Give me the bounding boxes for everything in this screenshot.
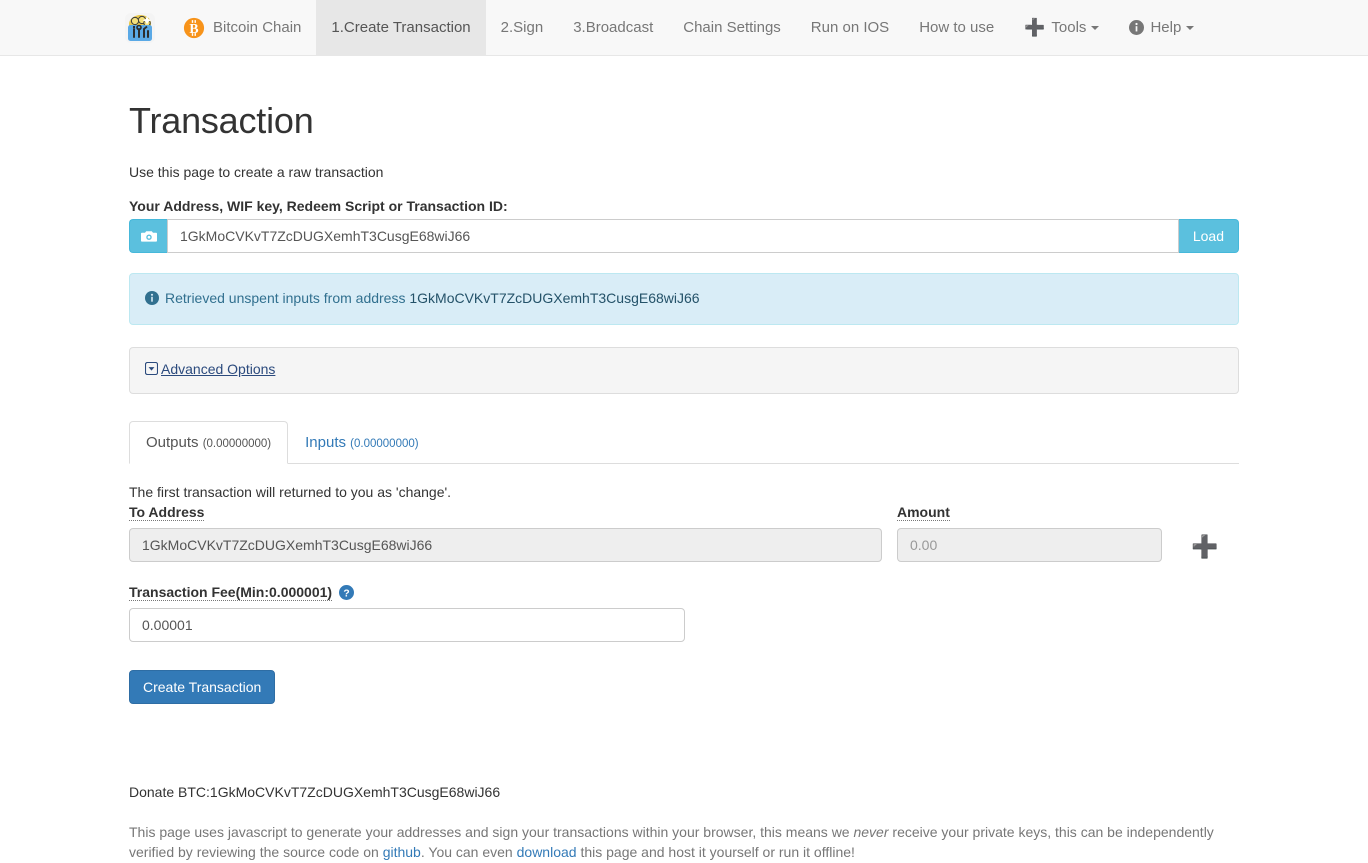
chevron-down-icon (1186, 25, 1195, 30)
page-description: Use this page to create a raw transactio… (129, 164, 384, 180)
to-address-label: To Address (129, 504, 205, 522)
transaction-fee-label: Transaction Fee(Min:0.000001) (129, 584, 333, 602)
footer-note: This page uses javascript to generate yo… (129, 822, 1239, 863)
to-address-input[interactable] (129, 528, 882, 563)
nav-item-help[interactable]: Help (1114, 0, 1209, 55)
main-content: Transaction Use this page to create a ra… (114, 100, 1254, 863)
add-output-cell: ➕ (1177, 504, 1237, 559)
question-circle-icon[interactable]: ? (339, 585, 355, 601)
tab-outputs-label: Outputs (146, 433, 199, 451)
plus-icon: ➕ (1191, 534, 1219, 560)
nav-item-label: Chain Settings (683, 19, 781, 36)
address-input-group: Load (129, 219, 1239, 253)
footer-note-part3: . You can even (420, 844, 517, 861)
info-circle-icon (1129, 20, 1145, 35)
tab-inputs-label: Inputs (305, 433, 346, 451)
scan-qr-button[interactable] (129, 219, 167, 253)
nav-item-sign[interactable]: 2.Sign (486, 0, 559, 55)
alert-text: Retrieved unspent inputs from address (165, 290, 410, 306)
amount-group: Amount (897, 504, 1177, 563)
tab-inputs[interactable]: Inputs (0.00000000) (288, 421, 435, 464)
page-title: Transaction (129, 100, 314, 141)
footer-note-part1: This page uses javascript to generate yo… (129, 824, 854, 841)
address-input[interactable] (167, 219, 1179, 253)
nav-item-label: 1.Create Transaction (331, 19, 471, 36)
add-output-button[interactable]: ➕ (1191, 536, 1218, 558)
transaction-fee-input[interactable] (129, 608, 685, 643)
nav-item-label: Help (1150, 19, 1182, 36)
nav-item-broadcast[interactable]: 3.Broadcast (558, 0, 668, 55)
nav-item-run-on-ios[interactable]: Run on IOS (796, 0, 904, 55)
caret-square-down-icon (145, 362, 158, 376)
retrieved-inputs-alert: Retrieved unspent inputs from address 1G… (129, 273, 1239, 325)
nav-item-label: Bitcoin Chain (213, 19, 302, 36)
amount-label: Amount (897, 504, 950, 522)
nav-item-how-to-use[interactable]: How to use (904, 0, 1009, 55)
nav-item-tools[interactable]: ➕ Tools (1009, 0, 1114, 55)
tab-outputs-amount: (0.00000000) (202, 437, 272, 450)
nav-item-create-transaction[interactable]: 1.Create Transaction (316, 0, 486, 55)
tab-inputs-amount: (0.00000000) (350, 437, 419, 450)
plus-icon: ➕ (1024, 18, 1046, 37)
fee-label-row: Transaction Fee(Min:0.000001) ? (129, 584, 1239, 608)
svg-text:?: ? (343, 589, 349, 600)
advanced-options-label: Advanced Options (161, 360, 276, 377)
download-link[interactable]: download (517, 844, 577, 860)
advanced-options-panel: Advanced Options (129, 346, 1239, 395)
tab-outputs[interactable]: Outputs (0.00000000) (129, 420, 289, 465)
svg-text:B: B (189, 20, 198, 35)
donate-address-text: Donate BTC:1GkMoCVKvT7ZcDUGXemhT3CusgE68… (129, 784, 501, 801)
nav-item-label: Tools (1051, 19, 1087, 36)
nav-item-chain-settings[interactable]: Chain Settings (668, 0, 796, 55)
nav-item-bitcoin-chain[interactable]: B Bitcoin Chain (168, 0, 316, 55)
advanced-options-toggle[interactable]: Advanced Options (145, 361, 275, 377)
top-navigation-bar: B Bitcoin Chain 1.Create Transaction 2.S… (0, 0, 1368, 56)
footer-note-part4: this page and host it yourself or run it… (576, 844, 855, 861)
bitcoin-logo-icon: B (183, 17, 205, 38)
footer-note-emphasis: never (853, 824, 889, 841)
brand-logo-link[interactable] (122, 0, 168, 55)
change-hint: The first transaction will returned to y… (129, 484, 452, 501)
output-row: To Address Amount ➕ (129, 504, 1239, 563)
transaction-fee-group: Transaction Fee(Min:0.000001) ? (129, 584, 1239, 643)
outputs-inputs-tabs: Outputs (0.00000000) Inputs (0.00000000) (129, 420, 1239, 465)
camera-icon (140, 231, 157, 242)
github-link[interactable]: github (383, 844, 421, 860)
to-address-group: To Address (129, 504, 897, 563)
address-field-label: Your Address, WIF key, Redeem Script or … (129, 198, 508, 214)
chevron-down-icon (1091, 25, 1100, 30)
alert-address-link[interactable]: 1GkMoCVKvT7ZcDUGXemhT3CusgE68wiJ66 (409, 290, 699, 306)
amount-input[interactable] (897, 528, 1162, 563)
nav-item-label: Run on IOS (810, 19, 890, 36)
load-button[interactable]: Load (1178, 219, 1239, 253)
nav-item-label: 3.Broadcast (573, 19, 654, 36)
toolbox-money-icon (125, 12, 155, 43)
nav-item-label: How to use (919, 19, 995, 36)
info-circle-icon (145, 291, 159, 305)
create-transaction-button[interactable]: Create Transaction (129, 670, 276, 705)
nav-item-label: 2.Sign (500, 19, 544, 36)
